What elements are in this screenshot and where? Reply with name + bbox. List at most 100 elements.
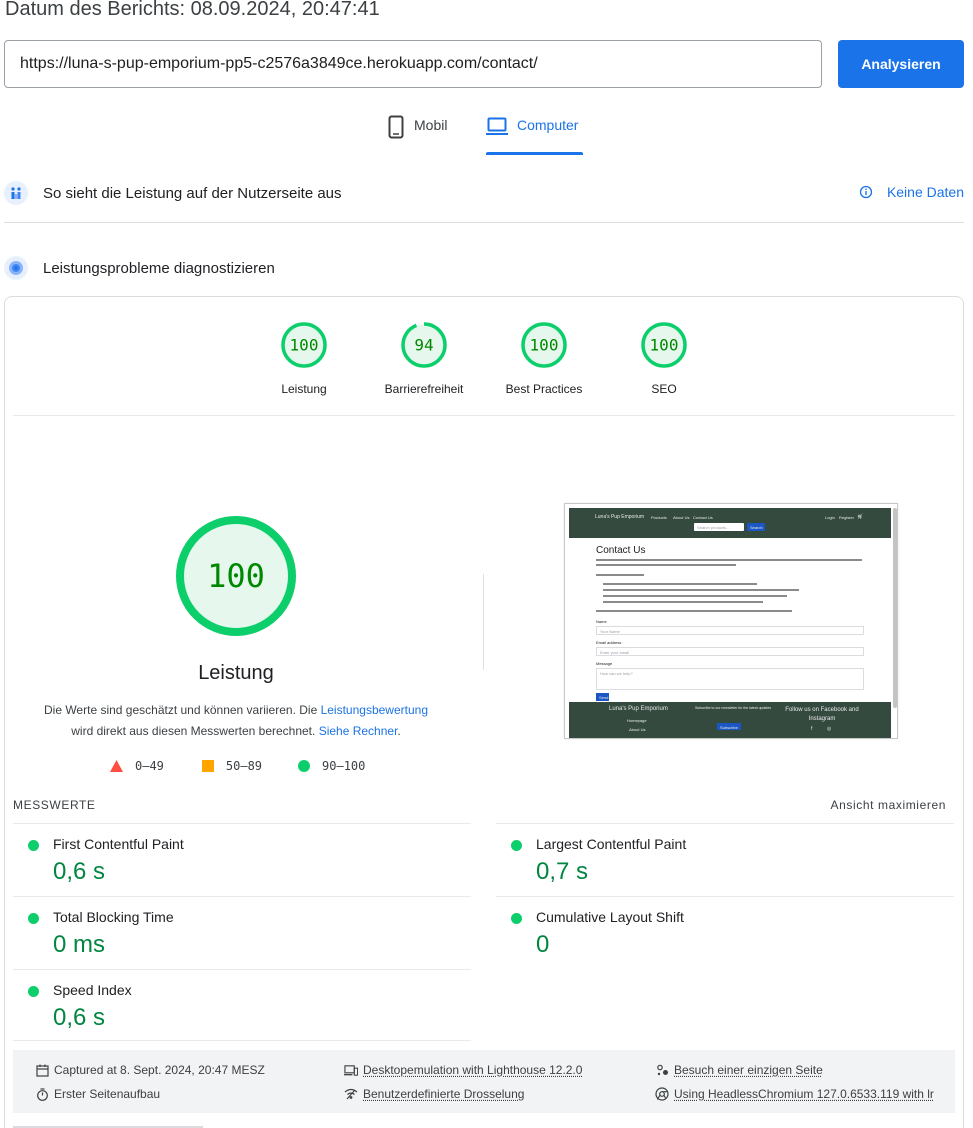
screenshot-label-name: Name (596, 619, 607, 624)
runtime-settings (13, 1050, 955, 1113)
score-label: SEO (651, 382, 677, 396)
screenshot-scrollbar (893, 508, 897, 708)
score-value: 100 (650, 336, 679, 355)
legend-fail-range: 0–49 (135, 759, 164, 773)
throttling-info[interactable]: Benutzerdefinierte Drosselung (344, 1087, 524, 1101)
chromium-icon (655, 1087, 669, 1101)
metric-label: Total Blocking Time (53, 909, 174, 925)
section-divider (4, 222, 964, 223)
screenshot-name-placeholder: Your Name (600, 629, 620, 634)
cart-icon: 🛒︎ (857, 514, 864, 520)
score-calc-link[interactable]: Leistungsbewertung (321, 703, 428, 717)
field-data-section: So sieht die Leistung auf der Nutzerseit… (4, 178, 964, 208)
screenshot-send-label: Send (599, 695, 609, 700)
screenshot-subscribe-button: Subscribe (717, 723, 741, 730)
screenshot-text-line (603, 601, 763, 603)
screenshot-nav-login: Login (825, 515, 835, 520)
metric-first-contentful-paint: First Contentful Paint 0,6 s (13, 823, 471, 896)
score-gauge-seo[interactable]: 100 (640, 321, 688, 369)
single-visit-info[interactable]: Besuch einer einzigen Seite (655, 1063, 823, 1077)
screenshot-text-line (603, 595, 787, 597)
metrics-end-divider (13, 1040, 471, 1041)
captured-at-text: Captured at 8. Sept. 2024, 20:47 MESZ (54, 1063, 265, 1077)
initial-load-text: Erster Seitenaufbau (54, 1087, 161, 1101)
performance-desc-text-2: wird direkt aus diesen Messwerten berech… (71, 724, 319, 738)
score-legend: 0–49 50–89 90–100 (110, 759, 403, 773)
screenshot-text-line (603, 583, 757, 585)
no-data-link[interactable]: Keine Daten (859, 184, 964, 200)
url-input[interactable] (4, 40, 822, 88)
metric-label: Speed Index (53, 982, 132, 998)
screenshot-footer-follow: Follow us on Facebook and Instagram (785, 707, 859, 722)
screenshot-subscribe-label: Subscribe (720, 724, 738, 730)
metric-status-dot (28, 913, 39, 924)
screenshot-email-input: Enter your email (596, 647, 864, 656)
triangle-icon (110, 760, 123, 772)
screenshot-text-line (596, 610, 792, 612)
screenshot-nav-products: Products (651, 515, 667, 520)
screenshot-footer-newsletter: Subscribe to our newsletter for the late… (694, 706, 772, 710)
screenshot-search-placeholder: Search products... (697, 525, 730, 530)
smartphone-icon (388, 115, 404, 139)
score-gauge-leistung[interactable]: 100 (280, 321, 328, 369)
metric-label: Cumulative Layout Shift (536, 909, 684, 925)
metric-value: 0,6 s (53, 1004, 106, 1031)
info-icon (859, 185, 873, 199)
instagram-icon: ◎ (827, 726, 832, 732)
vertical-separator (483, 574, 484, 670)
single-visit-icon (655, 1063, 669, 1077)
analyze-button[interactable]: Analysieren (838, 40, 964, 88)
calendar-icon (35, 1063, 49, 1077)
emulation-info[interactable]: Desktopemulation with Lighthouse 12.2.0 (344, 1063, 582, 1077)
performance-description: Die Werte sind geschätzt und können vari… (36, 700, 436, 742)
field-data-title: So sieht die Leistung auf der Nutzerseit… (43, 184, 342, 202)
emulation-info-text: Desktopemulation with Lighthouse 12.2.0 (363, 1063, 583, 1077)
metric-value: 0,6 s (53, 858, 106, 885)
active-tab-indicator (486, 152, 583, 155)
throttling-text: Benutzerdefinierte Drosselung (363, 1087, 525, 1101)
score-value: 94 (414, 336, 433, 355)
screenshot-footer-home: Homepage (627, 718, 647, 723)
expand-view-toggle[interactable]: Ansicht maximieren (830, 798, 946, 812)
screenshot-search-button-label: Search (750, 525, 763, 530)
tab-mobile[interactable]: Mobil (387, 115, 447, 155)
field-data-icon (4, 181, 28, 205)
screenshot-name-input: Your Name (596, 626, 864, 635)
score-value: 100 (530, 336, 559, 355)
score-label: Barrierefreiheit (384, 382, 464, 396)
metric-value: 0 ms (53, 931, 106, 958)
gauges-divider (13, 415, 955, 416)
score-gauge-best-practices[interactable]: 100 (520, 321, 568, 369)
legend-pass-range: 90–100 (322, 759, 366, 773)
screenshot-send-button: Send (596, 693, 609, 701)
circle-icon (298, 760, 311, 772)
calculator-link[interactable]: Siehe Rechner (319, 724, 398, 738)
stopwatch-icon (35, 1087, 49, 1101)
screenshot-message-input: How can we help? (596, 668, 864, 690)
screenshot-nav-about: About Us (673, 515, 690, 520)
devices-icon (344, 1063, 358, 1077)
score-gauge-barrierefreiheit[interactable]: 94 (400, 321, 448, 369)
page-screenshot: Luna's Pup Emporium Products About Us Co… (564, 503, 898, 739)
metric-speed-index: Speed Index 0,6 s (13, 969, 471, 1042)
screenshot-brand: Luna's Pup Emporium (595, 514, 645, 520)
no-data-label: Keine Daten (886, 184, 964, 200)
performance-desc-text-1: Die Werte sind geschätzt und können vari… (43, 703, 321, 717)
performance-gauge: 100 (176, 516, 296, 636)
legend-average: 50–89 (201, 759, 262, 773)
tab-desktop[interactable]: Computer (486, 115, 578, 155)
metric-status-dot (28, 840, 39, 851)
initial-load: Erster Seitenaufbau (35, 1087, 160, 1101)
metric-value: 0 (536, 931, 550, 958)
metric-status-dot (511, 913, 522, 924)
tab-desktop-label: Computer (517, 117, 579, 133)
metric-status-dot (28, 986, 39, 997)
metric-total-blocking-time: Total Blocking Time 0 ms (13, 896, 471, 969)
legend-pass: 90–100 (298, 759, 365, 773)
score-value: 100 (290, 336, 319, 355)
performance-title: Leistung (198, 662, 274, 684)
screenshot-nav-register: Register (839, 515, 854, 520)
browser-info[interactable]: Using HeadlessChromium 127.0.6533.119 wi… (655, 1087, 940, 1101)
lighthouse-icon (4, 256, 28, 280)
metric-label: Largest Contentful Paint (536, 836, 687, 852)
